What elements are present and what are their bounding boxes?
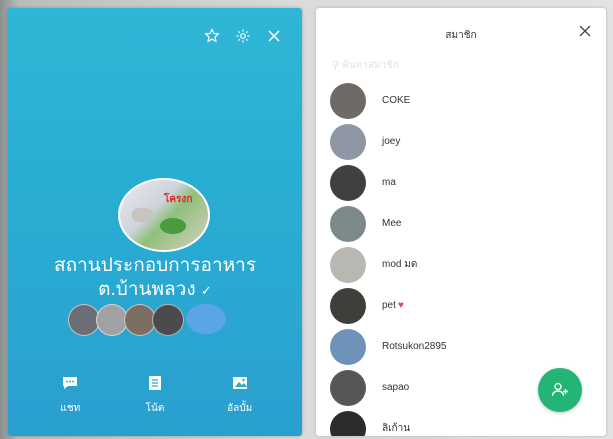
member-name: pet	[382, 300, 396, 311]
list-item[interactable]: pet ♥	[330, 285, 606, 326]
member-name: Mee	[382, 218, 402, 229]
group-name-text: ต.บ้านพลวง	[98, 279, 196, 300]
group-name-line1: สถานประกอบการอาหาร	[53, 255, 257, 276]
avatar	[330, 205, 366, 242]
note-action[interactable]: โน้ต	[125, 374, 185, 416]
star-icon[interactable]	[204, 28, 220, 44]
member-name: mod มด	[382, 259, 418, 270]
avatar	[152, 304, 184, 336]
member-name: COKE	[382, 95, 411, 106]
note-label: โน้ต	[145, 403, 165, 414]
member-name: joey	[382, 136, 401, 147]
member-search-input[interactable]: ⚲ ค้นหาสมาชิก	[332, 58, 562, 74]
more-members-avatar[interactable]	[186, 304, 226, 334]
group-profile-panel: โครงก สถานประกอบการอาหาร ต.บ้านพลวง ✓ แช…	[8, 8, 302, 436]
chat-label: แชท	[60, 403, 81, 414]
avatar	[330, 82, 366, 119]
list-item[interactable]: Rotsukon2895	[330, 326, 606, 367]
photo-detail	[132, 208, 154, 222]
search-icon: ⚲	[332, 60, 340, 71]
group-name-line2: ต.บ้านพลวง ✓	[8, 278, 302, 303]
add-member-button[interactable]	[538, 368, 582, 412]
member-name: ma	[382, 177, 396, 188]
list-item[interactable]: joey	[330, 121, 606, 162]
list-item[interactable]: COKE	[330, 80, 606, 121]
members-panel: สมาชิก ⚲ ค้นหาสมาชิก COKE joey ma Mee mo…	[316, 8, 606, 436]
photo-sign-text: โครงก	[164, 194, 193, 205]
chat-icon	[63, 377, 78, 389]
avatar	[330, 287, 366, 324]
search-placeholder: ค้นหาสมาชิก	[342, 60, 399, 71]
header-icons	[204, 28, 282, 44]
avatar	[330, 123, 366, 160]
avatar	[330, 164, 366, 201]
avatar	[330, 410, 366, 436]
list-item[interactable]: Mee	[330, 203, 606, 244]
avatar	[330, 369, 366, 406]
album-label: อัลบั้ม	[227, 403, 253, 414]
member-name: Rotsukon2895	[382, 341, 447, 352]
member-name: ลิเก้าน	[382, 423, 411, 434]
add-user-icon	[551, 382, 568, 397]
settings-icon[interactable]	[235, 28, 251, 44]
avatar	[330, 246, 366, 283]
group-photo[interactable]: โครงก	[118, 178, 210, 252]
member-name: sapao	[382, 382, 410, 393]
heart-icon: ♥	[397, 300, 404, 311]
note-icon	[148, 376, 161, 390]
edit-pencil-icon[interactable]: ✓	[201, 283, 212, 298]
close-icon[interactable]	[266, 28, 282, 44]
list-item[interactable]: ma	[330, 162, 606, 203]
chat-action[interactable]: แชท	[40, 374, 100, 416]
member-avatars[interactable]	[68, 304, 226, 336]
members-title: สมาชิก	[445, 30, 477, 41]
list-item[interactable]: mod มด	[330, 244, 606, 285]
album-action[interactable]: อัลบั้ม	[210, 374, 270, 416]
album-icon	[232, 377, 247, 389]
close-icon[interactable]	[578, 24, 592, 38]
group-actions: แชท โน้ต อัลบั้ม	[8, 374, 302, 416]
avatar	[330, 328, 366, 365]
photo-detail	[160, 218, 186, 234]
list-item[interactable]: ลิเก้าน	[330, 408, 606, 436]
